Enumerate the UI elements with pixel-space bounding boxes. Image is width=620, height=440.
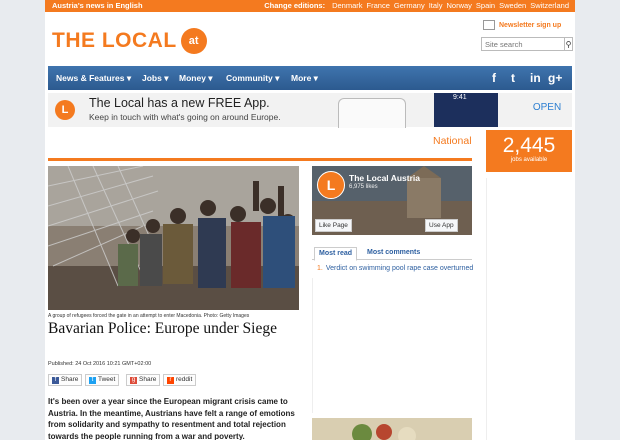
- google-share-label: Share: [139, 376, 157, 383]
- top-bar: Austria's news in English Change edition…: [45, 0, 575, 12]
- envelope-icon: [483, 20, 495, 30]
- facebook-icon: f: [52, 376, 59, 384]
- page: Austria's news in English Change edition…: [45, 0, 575, 440]
- edition-link-italy[interactable]: Italy: [429, 1, 443, 10]
- article-body: It's been over a year since the European…: [48, 397, 295, 440]
- sidebar-column: [312, 278, 473, 413]
- facebook-icon[interactable]: f: [492, 66, 496, 90]
- list-item-rank: 1.: [317, 265, 323, 272]
- edition-link-denmark[interactable]: Denmark: [332, 1, 362, 10]
- list-item-title: Verdict on swimming pool rape case overt…: [325, 265, 474, 272]
- list-item[interactable]: 1. Verdict on swimming pool rape case ove…: [317, 265, 473, 272]
- tab-most-read[interactable]: Most read: [314, 247, 358, 261]
- app-banner-title: The Local has a new FREE App.: [89, 96, 270, 110]
- facebook-page-name[interactable]: The Local Austria: [349, 173, 420, 183]
- facebook-page-logo[interactable]: L: [317, 171, 345, 199]
- lockscreen-time: 9:41: [453, 94, 467, 101]
- nav-item-jobs[interactable]: Jobs ▾: [142, 66, 168, 90]
- newsletter-link[interactable]: Newsletter sign up: [483, 20, 561, 30]
- facebook-share-button[interactable]: f Share: [48, 374, 83, 386]
- search-icon[interactable]: ⚲: [564, 38, 572, 50]
- published-date: Published: 24 Oct 2016 10:21 GMT+02:00: [48, 361, 152, 367]
- main-nav: News & Features ▾ Jobs ▾ Money ▾ Communi…: [48, 66, 572, 90]
- food-ad-image[interactable]: [312, 418, 472, 440]
- edition-link-germany[interactable]: Germany: [394, 1, 425, 10]
- open-app-button[interactable]: OPEN: [522, 102, 572, 113]
- right-sidebar: [486, 178, 573, 440]
- nav-item-money[interactable]: Money ▾: [179, 66, 213, 90]
- editions-label: Change editions:: [264, 1, 326, 10]
- refugee-crowd-image: [48, 166, 299, 310]
- article-headline: Bavarian Police: Europe under Siege: [48, 320, 277, 337]
- nav-item-community[interactable]: Community ▾: [226, 66, 279, 90]
- jobs-widget[interactable]: 2,445 jobs available: [486, 130, 572, 172]
- app-banner-subtitle: Keep in touch with what's going on aroun…: [89, 112, 281, 122]
- site-search: ⚲: [481, 37, 573, 51]
- popular-tabs: Most read Most comments: [312, 247, 472, 261]
- tagline: Austria's news in English: [52, 1, 143, 10]
- nav-item-more[interactable]: More ▾: [291, 66, 318, 90]
- edition-link-sweden[interactable]: Sweden: [499, 1, 526, 10]
- linkedin-icon[interactable]: in: [530, 66, 541, 90]
- google-plus-icon: g: [130, 376, 137, 384]
- nav-item-news-features[interactable]: News & Features ▾: [56, 66, 131, 90]
- phone-mockup-image: [338, 98, 406, 128]
- reddit-share-button[interactable]: r reddit: [163, 374, 197, 386]
- reddit-icon: r: [167, 376, 174, 384]
- tweet-label: Tweet: [98, 376, 116, 383]
- use-app-button[interactable]: Use App: [425, 219, 458, 232]
- reddit-label: reddit: [176, 376, 193, 383]
- jobs-label: jobs available: [510, 157, 548, 163]
- search-input[interactable]: [482, 38, 564, 50]
- section-label[interactable]: National: [433, 135, 472, 147]
- twitter-icon[interactable]: t: [511, 66, 515, 90]
- app-logo-icon: L: [55, 100, 75, 120]
- app-banner: L The Local has a new FREE App. Keep in …: [48, 93, 572, 128]
- like-page-button[interactable]: Like Page: [315, 219, 352, 232]
- edition-link-switzerland[interactable]: Switzerland: [530, 1, 569, 10]
- edition-switcher: Change editions: Denmark France Germany Ital…: [264, 0, 569, 12]
- facebook-widget: L The Local Austria 6,975 likes Like Pag…: [312, 166, 472, 235]
- article-photo: [48, 166, 299, 310]
- edition-link-spain[interactable]: Spain: [476, 1, 495, 10]
- facebook-like-count: 6,975 likes: [349, 184, 378, 190]
- tab-most-comments[interactable]: Most comments: [367, 247, 420, 259]
- twitter-icon: t: [89, 376, 96, 384]
- jobs-count: 2,445: [502, 134, 556, 157]
- edition-link-france[interactable]: France: [367, 1, 390, 10]
- google-plus-icon[interactable]: g+: [548, 66, 562, 90]
- logo-badge: at: [180, 28, 207, 54]
- phone-lockscreen-image: 9:41: [434, 93, 498, 127]
- google-share-button[interactable]: g Share: [126, 374, 161, 386]
- logo-text: THE LOCAL: [52, 29, 177, 52]
- newsletter-label: Newsletter sign up: [499, 21, 562, 29]
- site-logo[interactable]: THE LOCAL at: [52, 27, 207, 55]
- section-divider: [48, 158, 472, 161]
- tweet-button[interactable]: t Tweet: [85, 374, 120, 386]
- share-label: Share: [61, 376, 79, 383]
- edition-link-norway[interactable]: Norway: [446, 1, 471, 10]
